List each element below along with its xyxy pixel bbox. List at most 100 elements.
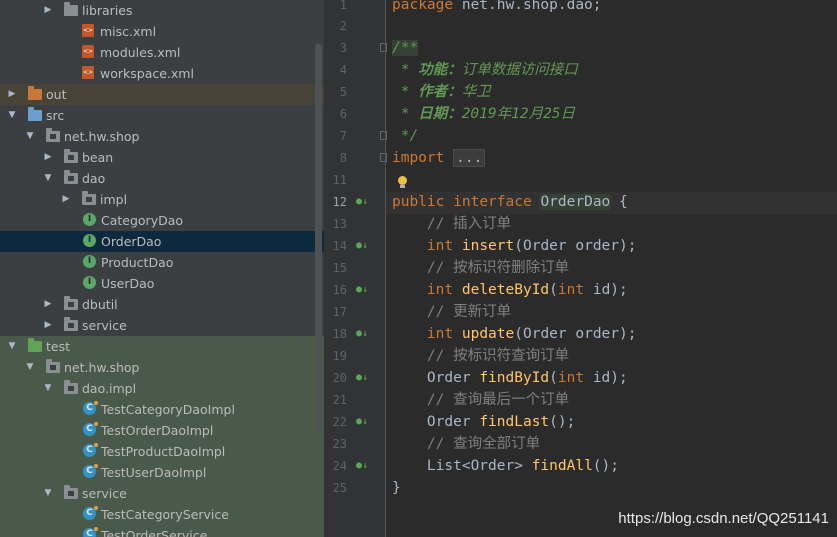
- tree-item[interactable]: ▼ dao.impl: [0, 378, 324, 399]
- tree-item[interactable]: <> misc.xml: [0, 21, 324, 42]
- folder-green-icon: [28, 338, 42, 353]
- test-class-icon: C: [83, 506, 98, 521]
- code-line-13: // 插入订单: [392, 216, 512, 232]
- tree-item[interactable]: ▶ bean: [0, 147, 324, 168]
- keyword: interface: [453, 194, 532, 210]
- javadoc-star: *: [392, 106, 419, 122]
- tree-item-label: TestUserDaoImpl: [101, 465, 207, 480]
- tree-item-label: OrderDao: [101, 234, 162, 249]
- type: int: [426, 326, 454, 342]
- params-close: id);: [584, 370, 628, 386]
- tree-item-label: TestProductDaoImpl: [101, 444, 226, 459]
- interface-icon: I: [83, 234, 97, 248]
- line-number: 8: [339, 151, 347, 165]
- method-name: findAll: [531, 458, 593, 474]
- expanded-arrow-icon[interactable]: ▼: [43, 378, 53, 399]
- javadoc-tag: 日期：: [418, 106, 462, 122]
- xml-file-icon: <>: [82, 24, 96, 38]
- tree-item[interactable]: ▶ service: [0, 315, 324, 336]
- folded-imports[interactable]: ...: [453, 149, 486, 167]
- tree-item[interactable]: ▼ service: [0, 483, 324, 504]
- code-line-12: public interface OrderDao {: [392, 191, 628, 213]
- tree-item-label: modules.xml: [100, 45, 181, 60]
- tree-item[interactable]: <> modules.xml: [0, 42, 324, 63]
- param-type: int: [557, 370, 585, 386]
- tree-item-label: TestCategoryService: [101, 507, 229, 522]
- implementation-marker-icon[interactable]: ●↓: [356, 240, 368, 251]
- code-editor[interactable]: package net.hw.shop.dao; /** * 功能：订单数据访问…: [392, 0, 837, 537]
- tree-item[interactable]: ▶ impl: [0, 189, 324, 210]
- implementation-marker-icon[interactable]: ●↓: [356, 196, 368, 207]
- collapsed-arrow-icon[interactable]: ▶: [61, 189, 71, 210]
- watermark: https://blog.csdn.net/QQ251141: [618, 510, 829, 527]
- tree-item[interactable]: ▼ src: [0, 105, 324, 126]
- expanded-arrow-icon[interactable]: ▼: [7, 336, 17, 357]
- code-line-7: */: [392, 125, 418, 147]
- project-tree-scrollbar[interactable]: [315, 44, 322, 434]
- collapsed-arrow-icon[interactable]: ▶: [7, 84, 17, 105]
- tree-item[interactable]: C TestOrderDaoImpl: [0, 420, 324, 441]
- tree-item[interactable]: I UserDao: [0, 273, 324, 294]
- params-close: id);: [584, 282, 628, 298]
- tree-item[interactable]: C TestCategoryService: [0, 504, 324, 525]
- code-line-3: /**: [392, 37, 419, 59]
- method-name: insert: [461, 238, 515, 254]
- tree-item[interactable]: ▼ dao: [0, 168, 324, 189]
- implementation-marker-icon[interactable]: ●↓: [356, 460, 368, 471]
- tree-item-label: out: [46, 87, 67, 102]
- expanded-arrow-icon[interactable]: ▼: [7, 105, 17, 126]
- editor-gutter: 1 2 3 4 5 6 7 8 11 12 ●↓ 13 14 ●↓ 15 16 ●↓ 17 18 ●↓ 19 20 ●↓ 21…: [325, 0, 387, 537]
- collapsed-arrow-icon[interactable]: ▶: [43, 315, 53, 336]
- line-number: 1: [339, 0, 347, 12]
- code-line-6: * 日期：2019年12月25日: [392, 103, 575, 125]
- implementation-marker-icon[interactable]: ●↓: [356, 284, 368, 295]
- line-number: 21: [332, 393, 347, 407]
- params-open: (: [549, 370, 558, 386]
- line-number: 22: [332, 415, 347, 429]
- collapsed-arrow-icon[interactable]: ▶: [43, 147, 53, 168]
- line-number: 6: [339, 107, 347, 121]
- collapsed-arrow-icon[interactable]: ▶: [43, 294, 53, 315]
- tree-item[interactable]: <> workspace.xml: [0, 63, 324, 84]
- implementation-marker-icon[interactable]: ●↓: [356, 416, 368, 427]
- tree-item[interactable]: ▼ net.hw.shop: [0, 126, 324, 147]
- line-number: 3: [339, 41, 347, 55]
- package-icon: [82, 191, 96, 206]
- interface-icon: I: [83, 276, 97, 290]
- tree-item[interactable]: ▼ net.hw.shop: [0, 357, 324, 378]
- tree-item[interactable]: ▶ out: [0, 84, 324, 105]
- method-name: deleteById: [461, 282, 550, 298]
- tree-item-label: TestCategoryDaoImpl: [101, 402, 235, 417]
- tree-item[interactable]: I OrderDao: [0, 231, 324, 252]
- tree-item[interactable]: C TestProductDaoImpl: [0, 441, 324, 462]
- return-type: Order: [426, 370, 471, 386]
- line-number: 15: [332, 261, 347, 275]
- test-class-icon: C: [83, 443, 98, 458]
- expanded-arrow-icon[interactable]: ▼: [25, 126, 35, 147]
- tree-item[interactable]: ▼ test: [0, 336, 324, 357]
- implementation-marker-icon[interactable]: ●↓: [356, 328, 368, 339]
- tree-item[interactable]: ▶ dbutil: [0, 294, 324, 315]
- code-line-18: int update(Order order);: [392, 323, 637, 345]
- test-class-icon: C: [83, 422, 98, 437]
- tree-item[interactable]: I ProductDao: [0, 252, 324, 273]
- tree-item[interactable]: C TestCategoryDaoImpl: [0, 399, 324, 420]
- implementation-marker-icon[interactable]: ●↓: [356, 372, 368, 383]
- test-class-icon: C: [83, 464, 98, 479]
- tree-item[interactable]: C TestUserDaoImpl: [0, 462, 324, 483]
- package-icon: [46, 359, 60, 374]
- tree-item-label: CategoryDao: [101, 213, 184, 228]
- brace: {: [610, 194, 628, 210]
- expanded-arrow-icon[interactable]: ▼: [43, 483, 53, 504]
- line-number: 24: [332, 459, 347, 473]
- javadoc-text: 华卫: [461, 84, 491, 100]
- tree-item[interactable]: C TestOrderService: [0, 525, 324, 537]
- expanded-arrow-icon[interactable]: ▼: [25, 357, 35, 378]
- tree-item[interactable]: ▶ libraries: [0, 0, 324, 21]
- tree-item[interactable]: I CategoryDao: [0, 210, 324, 231]
- collapsed-arrow-icon[interactable]: ▶: [43, 0, 53, 21]
- expanded-arrow-icon[interactable]: ▼: [43, 168, 53, 189]
- test-class-icon: C: [83, 401, 98, 416]
- code-line-5: * 作者：华卫: [392, 81, 491, 103]
